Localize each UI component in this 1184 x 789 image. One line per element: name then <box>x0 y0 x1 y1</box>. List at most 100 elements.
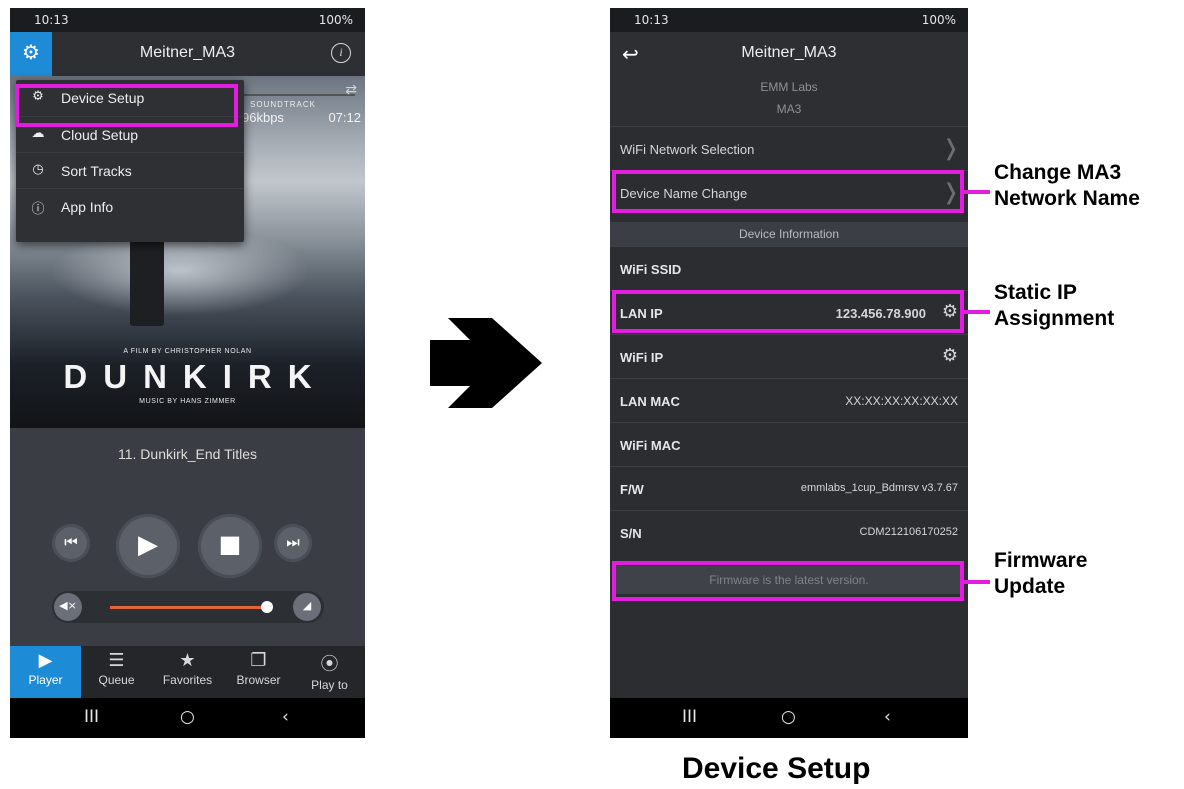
menu-item-app-info[interactable]: ⓘ App Info <box>16 188 244 224</box>
tab-queue[interactable]: ☰ Queue <box>81 646 152 698</box>
row-label: LAN MAC <box>620 394 680 409</box>
tab-label: Browser <box>236 673 281 687</box>
track-progress-line <box>240 94 355 96</box>
model-name: MA3 <box>776 102 802 116</box>
shuffle-icon[interactable]: ⇄ <box>345 82 357 98</box>
menu-item-sort-tracks[interactable]: ◷ Sort Tracks <box>16 152 244 188</box>
row-label: LAN IP <box>620 306 663 321</box>
row-value: emmlabs_1cup_Bdmrsv v3.7.67 <box>800 482 958 494</box>
gears-icon[interactable]: ⚙ <box>942 345 958 366</box>
firmware-update-button[interactable]: Firmware is the latest version. <box>616 566 962 594</box>
stop-icon: ■ <box>218 530 242 558</box>
previous-icon: ⏮ <box>64 533 78 551</box>
row-value: 123.456.78.900 <box>835 306 926 321</box>
browser-icon: ❐ <box>250 650 267 671</box>
back-button[interactable]: ‹ <box>282 707 289 727</box>
play-icon: ▶ <box>138 530 158 560</box>
annotation-firmware: Firmware Update <box>994 548 1087 600</box>
row-label: WiFi SSID <box>620 262 682 277</box>
mute-icon: ◀× <box>59 599 77 612</box>
back-button[interactable]: ‹ <box>884 707 891 727</box>
volume-up-button[interactable]: ◢ <box>293 593 321 621</box>
cloud-icon: ☁ <box>31 126 45 141</box>
status-battery: 100% <box>318 13 353 27</box>
row-label: S/N <box>620 526 642 541</box>
menu-item-label: App Info <box>61 199 114 215</box>
volume-knob[interactable] <box>261 601 273 613</box>
annotation-line: Update <box>994 575 1066 598</box>
device-name-change-row[interactable]: Device Name Change ❭ <box>610 170 968 214</box>
arrow-right-icon <box>430 318 542 408</box>
previous-button[interactable]: ⏮ <box>52 524 90 562</box>
gear-icon: ⚙ <box>22 40 40 64</box>
info-icon[interactable]: i <box>331 43 351 63</box>
poster-title: DUNKIRK <box>63 358 328 395</box>
status-bar: 10:13 100% <box>10 8 365 32</box>
status-time: 10:13 <box>634 13 669 27</box>
clock-icon: ◷ <box>32 162 44 177</box>
home-button[interactable]: ○ <box>781 707 796 727</box>
section-header: Device Information <box>610 222 968 246</box>
annotation-line: Assignment <box>994 307 1115 330</box>
play-icon: ▶ <box>38 650 53 671</box>
wifi-network-selection-row[interactable]: WiFi Network Selection ❭ <box>610 126 968 170</box>
bitrate-label: 96kbps <box>242 110 284 125</box>
android-nav-bar: III ○ ‹ <box>10 698 365 738</box>
firmware-leader <box>964 580 990 584</box>
wifi-ip-row: WiFi IP ⚙ <box>610 334 968 378</box>
android-nav-bar: III ○ ‹ <box>610 698 968 738</box>
tab-label: Queue <box>98 673 135 687</box>
annotation-network-name: Change MA3 Network Name <box>994 160 1140 212</box>
device-setup-screen: 10:13 100% ↩ Meitner_MA3 EMM Labs MA3 Wi… <box>610 8 968 738</box>
now-playing-title: 11. Dunkirk_End Titles <box>117 446 258 462</box>
mute-button[interactable]: ◀× <box>54 593 82 621</box>
volume-fill <box>110 606 268 609</box>
gears-icon[interactable]: ⚙ <box>942 301 958 322</box>
favorites-icon: ★ <box>179 650 196 671</box>
status-time: 10:13 <box>34 13 69 27</box>
wifi-ssid-row: WiFi SSID <box>610 246 968 290</box>
duration-label: 07:12 <box>328 110 361 125</box>
firmware-row: F/W emmlabs_1cup_Bdmrsv v3.7.67 <box>610 466 968 510</box>
tab-label: Play to <box>311 678 348 692</box>
tab-favorites[interactable]: ★ Favorites <box>152 646 223 698</box>
menu-item-cloud-setup[interactable]: ☁ Cloud Setup <box>16 116 244 152</box>
row-label: F/W <box>620 482 644 497</box>
soundtrack-label: SOUNDTRACK <box>250 100 317 109</box>
top-bar: Meitner_MA3 <box>10 32 365 76</box>
annotation-line: Firmware <box>994 549 1088 572</box>
device-name-change-leader <box>964 190 990 194</box>
lan-ip-row: LAN IP 123.456.78.900 ⚙ <box>610 290 968 334</box>
next-icon: ⏭ <box>286 533 300 551</box>
play-button[interactable]: ▶ <box>116 514 180 578</box>
device-brand-block: EMM Labs MA3 <box>610 76 968 126</box>
tab-label: Player <box>28 673 63 687</box>
lan-mac-row: LAN MAC XX:XX:XX:XX:XX:XX <box>610 378 968 422</box>
menu-item-label: Device Setup <box>61 90 145 106</box>
row-label: WiFi MAC <box>620 438 681 453</box>
settings-button[interactable]: ⚙ <box>10 32 52 76</box>
annotation-line: Static IP <box>994 281 1077 304</box>
recents-button[interactable]: III <box>84 707 99 727</box>
queue-icon: ☰ <box>108 650 125 671</box>
tab-play-to[interactable]: ⦿ Play to <box>294 646 365 698</box>
recents-button[interactable]: III <box>682 707 697 727</box>
player-screen: 10:13 100% Meitner_MA3 ⚙ i ⇄ SOUNDTRACK … <box>10 8 365 738</box>
tab-player[interactable]: ▶ Player <box>10 646 81 698</box>
tab-browser[interactable]: ❐ Browser <box>223 646 294 698</box>
stop-button[interactable]: ■ <box>198 514 262 578</box>
device-title: Meitner_MA3 <box>139 44 236 61</box>
row-label: WiFi Network Selection <box>620 142 755 157</box>
lan-ip-leader <box>964 310 990 314</box>
row-label: WiFi IP <box>620 350 664 365</box>
device-title: Meitner_MA3 <box>741 44 837 61</box>
menu-item-device-setup[interactable]: ⚙ Device Setup <box>16 80 244 116</box>
next-button[interactable]: ⏭ <box>274 524 312 562</box>
annotation-line: Change MA3 <box>994 161 1122 184</box>
gear-icon: ⚙ <box>32 89 44 104</box>
home-button[interactable]: ○ <box>180 707 195 727</box>
row-value: XX:XX:XX:XX:XX:XX <box>845 394 958 408</box>
chevron-right-icon: ❭ <box>941 180 960 205</box>
brand-name: EMM Labs <box>760 80 818 94</box>
bottom-tab-bar: ▶ Player ☰ Queue ★ Favorites ❐ Browser ⦿… <box>10 646 365 698</box>
